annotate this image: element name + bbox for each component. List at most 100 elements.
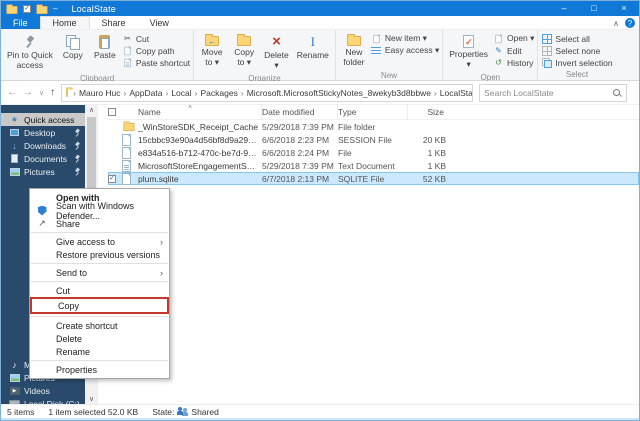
easy-access-button[interactable]: Easy access ▾ bbox=[371, 45, 439, 56]
sidebar-item-quick-access[interactable]: ★ Quick access bbox=[1, 113, 85, 126]
column-header-size[interactable]: Size bbox=[408, 105, 450, 119]
tab-file[interactable]: File bbox=[1, 16, 40, 29]
shared-people-icon bbox=[177, 407, 188, 416]
menu-separator bbox=[31, 281, 168, 282]
ribbon-group-clipboard: Pin to Quick access Copy Paste ✂ Cut Cop… bbox=[1, 30, 195, 83]
edit-button[interactable]: ✎ Edit bbox=[493, 45, 534, 56]
breadcrumb-segment[interactable]: Packages bbox=[200, 88, 239, 98]
new-item-icon bbox=[371, 33, 382, 45]
search-input[interactable] bbox=[484, 87, 613, 98]
column-header-date-modified[interactable]: Date modified bbox=[262, 105, 338, 119]
menu-item-rename[interactable]: Rename bbox=[30, 345, 169, 358]
minimize-button[interactable]: – bbox=[549, 1, 579, 16]
new-folder-button[interactable]: New folder bbox=[339, 31, 369, 70]
selection-summary: 1 item selected 52.0 KB bbox=[48, 406, 139, 417]
menu-item-restore-previous-versions[interactable]: Restore previous versions bbox=[30, 248, 169, 261]
file-row[interactable]: _WinStoreSDK_Receipt_Cache 5/29/2018 7:3… bbox=[108, 120, 639, 133]
close-button[interactable]: × bbox=[609, 1, 639, 16]
sidebar-item-pictures[interactable]: Pictures bbox=[1, 165, 85, 178]
copy-path-icon bbox=[122, 45, 133, 57]
forward-button[interactable]: → bbox=[23, 87, 33, 98]
menu-item-create-shortcut[interactable]: Create shortcut bbox=[30, 319, 169, 332]
file-row[interactable]: e834a516-b712-470c-be7d-99d5fc4e7c 6/6/2… bbox=[108, 146, 639, 159]
back-button[interactable]: ← bbox=[7, 87, 17, 98]
open-icon bbox=[493, 33, 504, 45]
breadcrumb-segment[interactable]: AppData bbox=[128, 88, 163, 98]
sidebar-item-downloads[interactable]: ↓ Downloads bbox=[1, 139, 85, 152]
easy-access-icon bbox=[371, 46, 382, 55]
scroll-up-icon[interactable]: ∧ bbox=[85, 106, 98, 114]
new-item-button[interactable]: New item ▾ bbox=[371, 33, 439, 44]
row-checkbox-checked[interactable]: ✓ bbox=[108, 174, 116, 183]
defender-shield-icon bbox=[36, 205, 48, 216]
document-icon bbox=[9, 154, 20, 163]
sidebar-item-local-disk-c[interactable]: Local Disk (C:) bbox=[1, 397, 85, 404]
scroll-down-icon[interactable]: ∨ bbox=[85, 395, 98, 403]
search-box[interactable] bbox=[479, 83, 628, 102]
select-all-icon bbox=[541, 33, 552, 44]
tab-home[interactable]: Home bbox=[39, 16, 90, 29]
paste-button[interactable]: Paste bbox=[90, 31, 120, 63]
paste-shortcut-icon bbox=[122, 57, 133, 69]
sidebar-item-videos[interactable]: ▶ Videos bbox=[1, 384, 85, 397]
pin-to-quick-access-button[interactable]: Pin to Quick access bbox=[4, 31, 56, 73]
invert-selection-button[interactable]: Invert selection bbox=[541, 57, 613, 68]
qat-customize-icon[interactable]: – bbox=[53, 4, 57, 13]
menu-item-share[interactable]: ↗ Share bbox=[30, 217, 169, 230]
copy-button[interactable]: Copy bbox=[58, 31, 88, 63]
maximize-button[interactable]: □ bbox=[579, 1, 609, 16]
menu-item-send-to[interactable]: Send to › bbox=[30, 266, 169, 279]
tab-view[interactable]: View bbox=[138, 16, 181, 29]
recent-locations-icon[interactable]: ∨ bbox=[39, 89, 44, 97]
copy-path-button[interactable]: Copy path bbox=[122, 45, 190, 56]
search-icon[interactable] bbox=[612, 88, 622, 98]
group-label-select: Select bbox=[565, 70, 589, 79]
menu-item-cut[interactable]: Cut bbox=[30, 284, 169, 297]
open-button[interactable]: Open ▾ bbox=[493, 33, 534, 44]
cut-button[interactable]: ✂ Cut bbox=[122, 33, 190, 44]
delete-button[interactable]: × Delete ▾ bbox=[261, 31, 292, 73]
address-bar[interactable]: › Mauro Huc › AppData › Local › Packages… bbox=[61, 83, 474, 102]
menu-item-scan-with-windows-defender[interactable]: Scan with Windows Defender... bbox=[30, 201, 169, 221]
pinned-icon bbox=[74, 168, 81, 176]
breadcrumb-segment[interactable]: Local bbox=[170, 88, 192, 98]
properties-button[interactable]: ✓ Properties ▾ bbox=[446, 31, 491, 72]
sidebar-item-documents[interactable]: Documents bbox=[1, 152, 85, 165]
paste-shortcut-button[interactable]: Paste shortcut bbox=[122, 57, 190, 68]
minimize-ribbon-icon[interactable]: ∧ bbox=[613, 19, 619, 28]
breadcrumb-segment[interactable]: Mauro Huc bbox=[78, 88, 122, 98]
select-all-button[interactable]: Select all bbox=[541, 33, 612, 44]
copy-to-button[interactable]: Copy to ▾ bbox=[229, 31, 259, 70]
tab-share[interactable]: Share bbox=[90, 16, 138, 29]
breadcrumb-segment[interactable]: Microsoft.MicrosoftStickyNotes_8wekyb3d8… bbox=[246, 88, 432, 98]
help-icon[interactable]: ? bbox=[625, 18, 635, 28]
menu-item-delete[interactable]: Delete bbox=[30, 332, 169, 345]
column-header-type[interactable]: Type bbox=[338, 105, 408, 119]
file-row[interactable]: MicrosoftStoreEngagementSDKId.txt 5/29/2… bbox=[108, 159, 639, 172]
properties-icon: ✓ bbox=[463, 35, 475, 48]
move-to-button[interactable]: ← Move to ▾ bbox=[197, 31, 227, 70]
qat-new-folder-icon[interactable] bbox=[36, 4, 48, 14]
crumb-separator: › bbox=[165, 87, 169, 98]
history-icon: ↺ bbox=[495, 58, 502, 67]
menu-item-give-access-to[interactable]: Give access to › bbox=[30, 235, 169, 248]
file-icon bbox=[122, 172, 131, 185]
menu-item-properties[interactable]: Properties bbox=[30, 363, 169, 376]
breadcrumb-segment[interactable]: LocalState bbox=[439, 88, 472, 98]
file-row-selected[interactable]: ✓ plum.sqlite 6/7/2018 2:13 PM SQLITE Fi… bbox=[108, 172, 639, 185]
sort-ascending-icon: ∧ bbox=[188, 105, 193, 110]
up-button[interactable]: ↑ bbox=[50, 87, 55, 98]
column-header-name[interactable]: Name ∧ bbox=[138, 105, 262, 119]
qat-properties-icon[interactable]: ✓ bbox=[23, 4, 31, 13]
crumb-separator: › bbox=[194, 87, 198, 98]
file-icon bbox=[122, 133, 131, 146]
rename-button[interactable]: I Rename bbox=[294, 31, 332, 63]
select-none-button[interactable]: Select none bbox=[541, 45, 612, 56]
sidebar-item-desktop[interactable]: Desktop bbox=[1, 126, 85, 139]
address-row: ← → ∨ ↑ › Mauro Huc › AppData › Local › … bbox=[1, 81, 639, 105]
history-button[interactable]: ↺ History bbox=[493, 57, 534, 68]
select-all-checkbox[interactable] bbox=[108, 108, 116, 116]
menu-item-copy[interactable]: Copy bbox=[30, 297, 169, 314]
copy-to-icon bbox=[237, 34, 252, 46]
file-row[interactable]: 15cbbc93e90a4d56bf8d9a29305b8981... 6/6/… bbox=[108, 133, 639, 146]
